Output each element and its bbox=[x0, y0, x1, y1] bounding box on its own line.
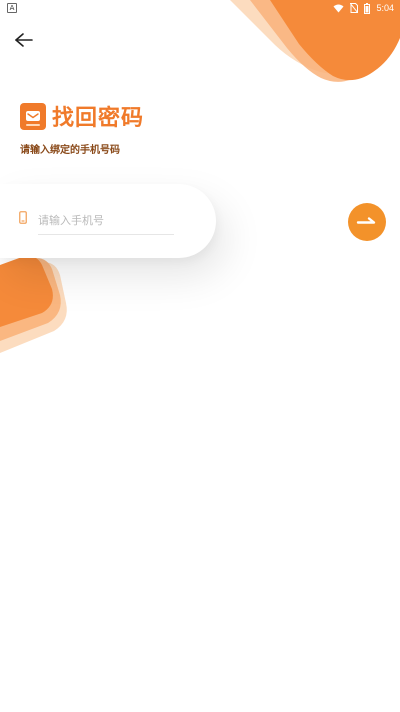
next-button[interactable] bbox=[348, 203, 386, 241]
no-sim-icon bbox=[350, 3, 359, 13]
wifi-icon bbox=[333, 4, 344, 12]
phone-input-card bbox=[0, 184, 216, 258]
phone-icon bbox=[19, 211, 27, 224]
arrow-right-icon bbox=[356, 217, 376, 224]
battery-icon bbox=[364, 2, 371, 14]
page-title: 找回密码 bbox=[52, 106, 145, 131]
status-time: 5:04 bbox=[376, 3, 394, 13]
back-arrow-icon bbox=[15, 33, 33, 47]
left-decoration bbox=[0, 256, 67, 353]
phone-number-input[interactable] bbox=[38, 208, 174, 235]
title-row: 找回密码 bbox=[20, 100, 144, 132]
page-subtitle: 请输入绑定的手机号码 bbox=[20, 145, 120, 156]
back-button[interactable] bbox=[12, 30, 36, 50]
status-icons: 5:04 bbox=[333, 1, 394, 15]
notification-app-icon: A bbox=[7, 3, 17, 13]
status-bar: A 5:04 bbox=[0, 0, 400, 16]
app-logo-icon bbox=[20, 102, 46, 130]
